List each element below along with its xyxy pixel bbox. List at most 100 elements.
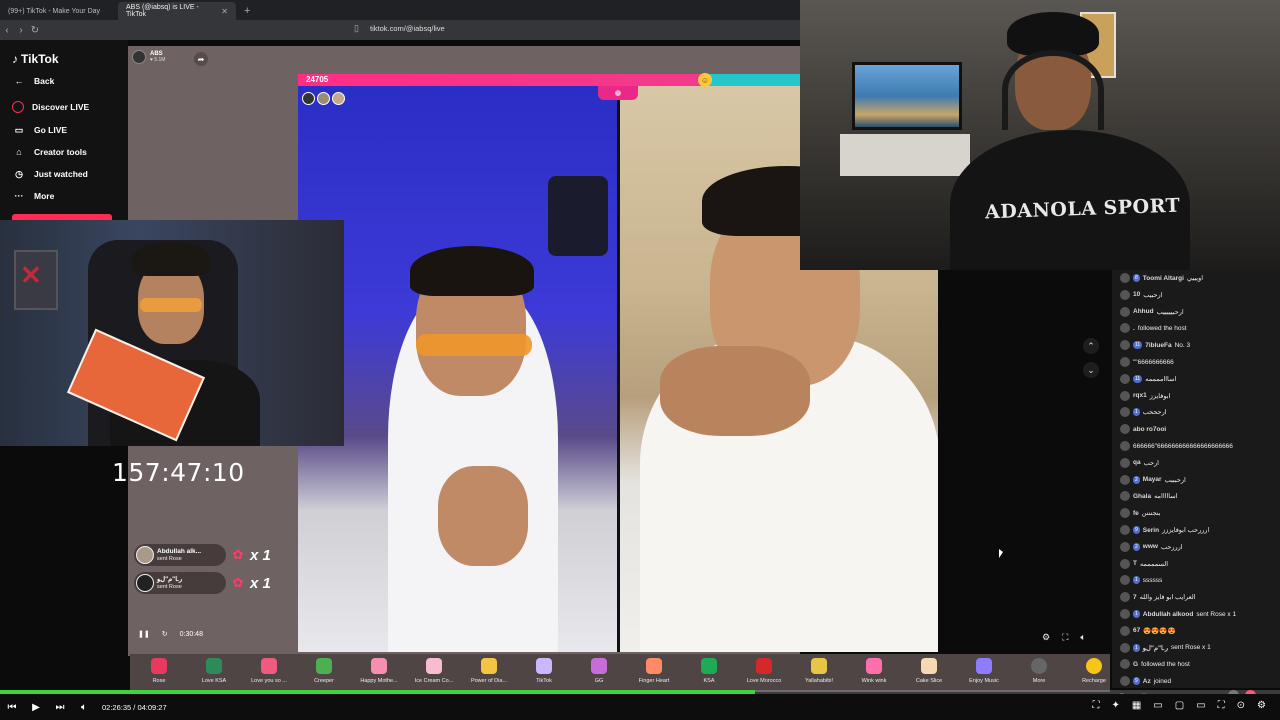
host-badge[interactable]: ABS ♥ 5.1M <box>132 50 165 64</box>
subtitles-icon[interactable]: ▭ <box>1153 700 1162 711</box>
reload-icon[interactable]: ↻ <box>28 25 42 36</box>
chat-username[interactable]: 67 <box>1133 627 1140 634</box>
refresh-icon[interactable]: ↻ <box>162 630 168 638</box>
chat-message[interactable]: Ahhud ارحبيييييب <box>1120 306 1184 317</box>
gift-item[interactable]: Rose <box>134 658 184 684</box>
settings-icon[interactable]: ⚙ <box>1042 632 1050 643</box>
sidebar-item-more[interactable]: ··· More <box>12 189 55 203</box>
chat-message[interactable]: 10 ارحبيب <box>1120 289 1163 300</box>
chat-message[interactable]: Ghala اسااااامه <box>1120 491 1178 502</box>
gift-item[interactable]: Ice Cream Co... <box>409 658 459 684</box>
volume-icon[interactable]: 🔈︎ <box>1080 632 1085 643</box>
chat-message[interactable]: qa ارحب <box>1120 457 1159 468</box>
chat-username[interactable]: Ahhud <box>1133 308 1154 315</box>
chat-message[interactable]: ""6666666666 <box>1120 357 1174 367</box>
forward-arrow-icon[interactable]: › <box>14 25 28 36</box>
chat-username[interactable]: www <box>1143 543 1158 550</box>
chat-username[interactable]: Az <box>1143 678 1151 685</box>
chat-username[interactable]: Toomi Altargi <box>1143 275 1184 282</box>
gift-item[interactable]: TikTok <box>519 658 569 684</box>
chat-username[interactable]: Mayar <box>1143 476 1162 483</box>
play-icon[interactable]: ▶ <box>24 702 48 713</box>
chat-username[interactable]: fe <box>1133 510 1139 517</box>
volume-icon[interactable]: 🔈︎ <box>72 702 96 713</box>
gift-item[interactable]: Cake Slice <box>904 658 954 684</box>
gift-item[interactable]: Love Morocco <box>739 658 789 684</box>
gift-item[interactable]: Power of Dia... <box>464 658 514 684</box>
gift-item[interactable]: Finger Heart <box>629 658 679 684</box>
chat-message[interactable]: 11 اساااممممه <box>1120 373 1176 384</box>
chat-username[interactable]: Abdullah alkood <box>1143 611 1194 618</box>
chat-username[interactable]: abo ro7ooi <box>1133 426 1166 433</box>
chat-message[interactable]: abo ro7ooi <box>1120 424 1166 435</box>
chat-message[interactable]: 7 العرايب ابو فايز والله <box>1120 592 1196 603</box>
chat-message[interactable]: 9 Serin ارررحب ابوفايززز <box>1120 525 1209 535</box>
gift-item[interactable]: Happy Mothe... <box>354 658 404 684</box>
chat-message[interactable]: 666666"666666666666666666666 <box>1120 441 1233 451</box>
sidebar-item-discover-live[interactable]: Discover LIVE <box>12 101 89 113</box>
new-tab-button[interactable]: + <box>236 2 258 20</box>
settings-icon[interactable]: ⚙ <box>1257 700 1266 711</box>
chat-message[interactable]: fe بنجنننن <box>1120 508 1161 519</box>
gift-item[interactable]: KSA <box>684 658 734 684</box>
chat-username[interactable]: 7 <box>1133 594 1137 601</box>
sparkle-icon[interactable]: ✦ <box>1111 700 1119 711</box>
fullscreen-icon[interactable]: ⛶ <box>1218 700 1225 711</box>
sidebar-item-back[interactable]: ← Back <box>12 74 55 88</box>
chat-username[interactable]: 10 <box>1133 291 1140 298</box>
chat-username[interactable]: . <box>1133 325 1135 332</box>
chat-message[interactable]: 2 Mayar ارحبببب <box>1120 474 1186 485</box>
chat-username[interactable]: rqx1 <box>1133 392 1147 399</box>
chat-username[interactable]: ﺭ.ﺎ"ﻡ"ﻝﻮ <box>1143 644 1168 652</box>
chat-message[interactable]: rqx1 ابوفايزز <box>1120 390 1170 401</box>
bookmark-icon[interactable]: ▯ <box>354 23 359 34</box>
gifter-avatar[interactable] <box>332 92 345 105</box>
close-tab-icon[interactable]: ✕ <box>221 7 228 16</box>
chat-message[interactable]: 1 ﺭ.ﺎ"ﻡ"ﻝﻮ sent Rose x 1 <box>1120 642 1211 653</box>
chevron-up-icon[interactable]: ⌃ <box>1083 338 1099 354</box>
sidebar-item-creator-tools[interactable]: ⌂ Creator tools <box>12 145 87 159</box>
chat-username[interactable]: qa <box>1133 459 1141 466</box>
chat-message[interactable]: . followed the host <box>1120 323 1187 334</box>
back-arrow-icon[interactable]: ‹ <box>0 25 14 36</box>
top-gifters[interactable] <box>302 92 345 105</box>
chat-message[interactable]: 1 ssssss <box>1120 575 1162 586</box>
share-icon[interactable]: ➦ <box>194 52 208 66</box>
browser-tab-active[interactable]: ABS (@iabsq) is LIVE - TikTok ✕ <box>118 2 236 20</box>
chat-message[interactable]: 9 Az joined <box>1120 676 1171 687</box>
chat-message[interactable]: 8 Toomi Altargi اويييي <box>1120 273 1203 283</box>
theater-icon[interactable]: ▭ <box>1196 700 1205 711</box>
chat-message[interactable]: 2 www ارررحب <box>1120 541 1183 552</box>
chat-message[interactable]: 11 7iblueFa No. 3 <box>1120 340 1190 351</box>
chat-message[interactable]: 67 😍😍😍😍 <box>1120 625 1176 636</box>
chat-message[interactable]: Gfollowed the host <box>1120 659 1190 670</box>
skip-back-icon[interactable]: ⏮︎ <box>0 702 24 713</box>
gift-item[interactable]: Yallahabibi! <box>794 658 844 684</box>
browser-tab[interactable]: (99+) TikTok - Make Your Day <box>0 2 118 20</box>
sidebar-item-just-watched[interactable]: ◷ Just watched <box>12 167 88 181</box>
gifter-avatar[interactable] <box>317 92 330 105</box>
gift-item[interactable]: Love you so ... <box>244 658 294 684</box>
chat-message[interactable]: 1 ارحححب <box>1120 407 1167 418</box>
gift-item[interactable]: Love KSA <box>189 658 239 684</box>
chat-username[interactable]: 7iblueFa <box>1145 342 1171 349</box>
chat-username[interactable]: T <box>1133 560 1137 567</box>
autoplay-icon[interactable]: ⊙ <box>1237 700 1245 711</box>
chat-username[interactable]: Serin <box>1143 527 1159 534</box>
pause-icon[interactable]: ❚❚ <box>138 630 150 638</box>
skip-forward-icon[interactable]: ⏭︎ <box>48 702 72 713</box>
miniplayer-icon[interactable]: ▢ <box>1175 700 1184 711</box>
chat-username[interactable]: Ghala <box>1133 493 1151 500</box>
chevron-down-icon[interactable]: ⌄ <box>1083 362 1099 378</box>
gift-item[interactable]: More <box>1014 658 1064 684</box>
tiktok-logo[interactable]: ♪ TikTok <box>12 52 59 66</box>
gifter-avatar[interactable] <box>302 92 315 105</box>
gift-item[interactable]: GG <box>574 658 624 684</box>
gift-item[interactable]: Wink wink <box>849 658 899 684</box>
sidebar-item-go-live[interactable]: ▭ Go LIVE <box>12 123 67 137</box>
chapters-icon[interactable]: ▦ <box>1132 700 1141 711</box>
fullscreen-icon[interactable]: ⛶ <box>1062 632 1068 643</box>
crop-icon[interactable]: ⛶ <box>1092 700 1099 711</box>
url-field[interactable]: tiktok.com/@iabsq/live <box>370 24 445 33</box>
chat-username[interactable]: G <box>1133 661 1138 668</box>
